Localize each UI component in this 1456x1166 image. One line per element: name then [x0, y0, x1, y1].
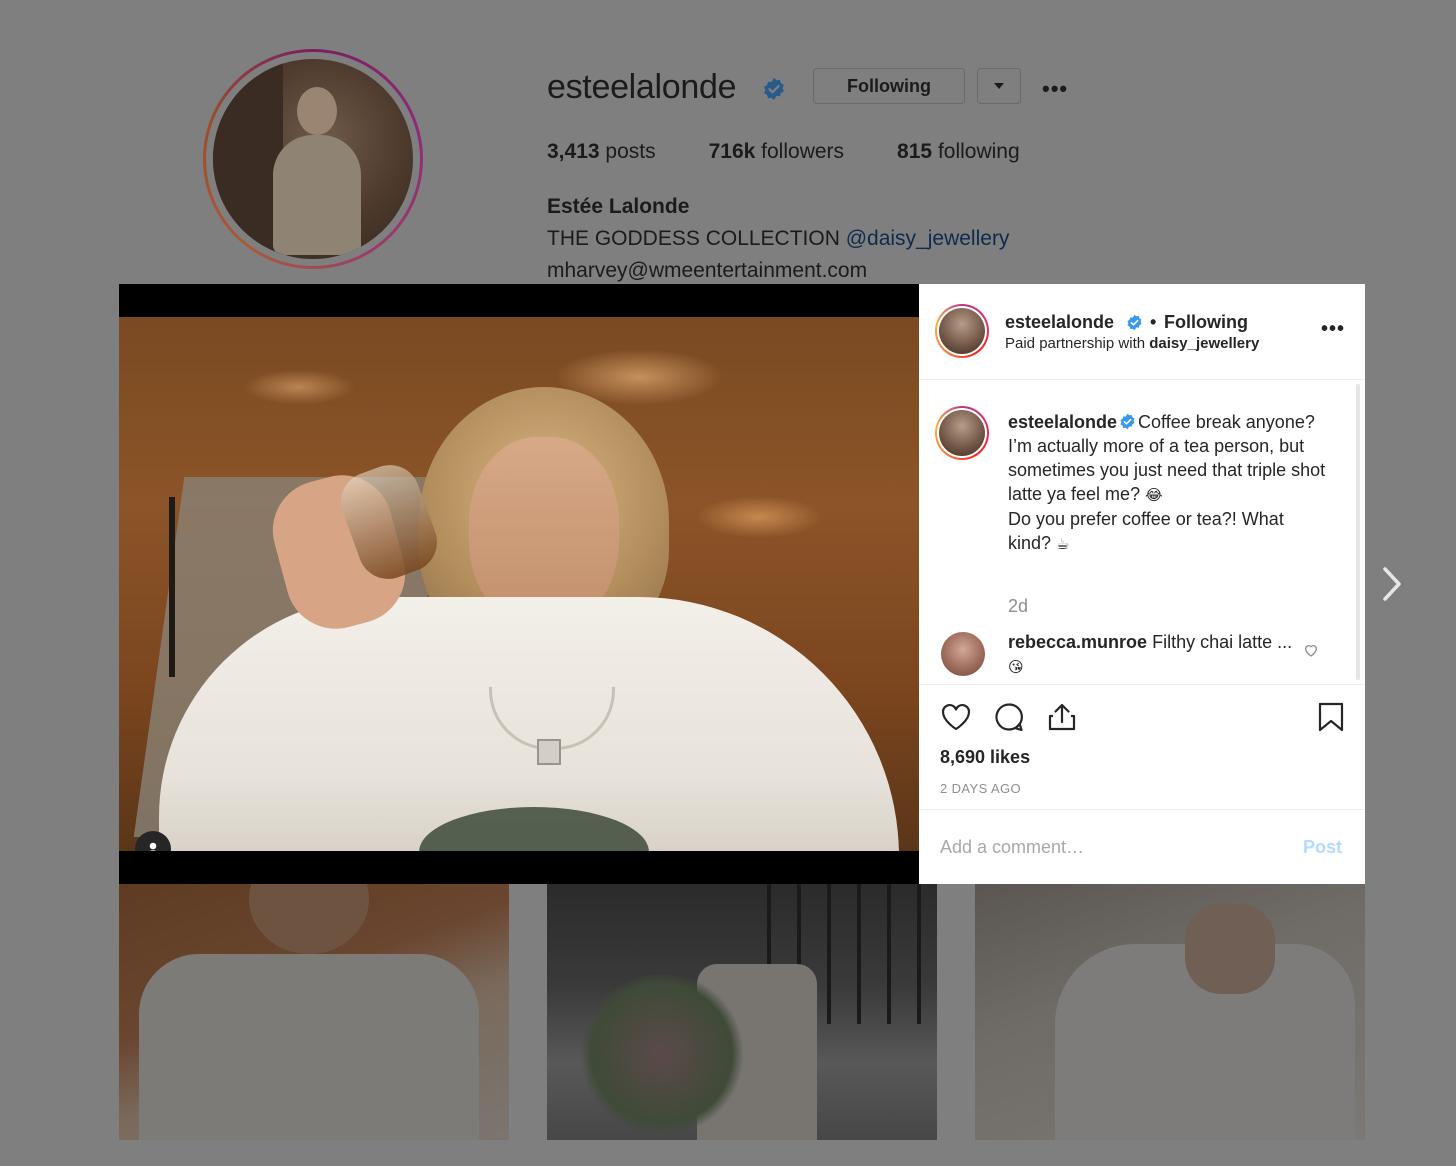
grid-post-thumbnail[interactable] [975, 884, 1365, 1140]
profile-header: esteelalonde Following ••• 3,413 posts 7… [0, 0, 1456, 284]
post-comment-button[interactable]: Post [1303, 837, 1342, 858]
laughing-emoji: 😂 [1145, 486, 1163, 504]
verified-badge-icon [1127, 314, 1142, 331]
stat-followers[interactable]: 716k followers [709, 140, 844, 164]
post-timestamp: 2 DAYS AGO [940, 781, 1022, 796]
chevron-right-icon[interactable] [1380, 566, 1404, 602]
small-heart-icon[interactable] [1303, 642, 1319, 658]
post-side-panel: esteelalonde • Following Paid partnershi… [919, 284, 1365, 884]
comment-item: rebecca.munroe Filthy chai latte ... 😘 [1008, 630, 1298, 679]
grid-post-thumbnail[interactable] [547, 884, 937, 1140]
user-tag-icon [149, 842, 157, 851]
commenter-avatar[interactable] [941, 632, 985, 676]
post-following-button[interactable]: Following [1164, 312, 1248, 333]
bio-mention-link[interactable]: @daisy_jewellery [846, 227, 1010, 250]
like-count[interactable]: 8,690 likes [940, 747, 1030, 768]
more-options-button[interactable]: ••• [1042, 76, 1068, 102]
comment-icon[interactable] [993, 701, 1025, 733]
post-author-username[interactable]: esteelalonde [1005, 312, 1114, 333]
post-more-options-button[interactable]: ••• [1321, 318, 1345, 341]
kiss-emoji: 😘 [1008, 658, 1024, 676]
profile-username: esteelalonde [547, 68, 737, 106]
comment-input[interactable] [940, 834, 1270, 860]
add-comment-bar: Post [919, 809, 1365, 885]
post-photo[interactable] [119, 317, 919, 851]
profile-full-name: Estée Lalonde [547, 195, 690, 218]
caption-username[interactable]: esteelalonde [1008, 412, 1117, 432]
caption-author-avatar[interactable] [935, 406, 989, 460]
bookmark-icon[interactable] [1315, 701, 1347, 733]
profile-stats: 3,413 posts 716k followers 815 following [547, 140, 1073, 164]
profile-bio: THE GODDESS COLLECTION @daisy_jewellery [547, 227, 1010, 250]
heart-icon[interactable] [940, 701, 972, 733]
chevron-down-icon [994, 83, 1004, 89]
commenter-username[interactable]: rebecca.munroe [1008, 632, 1147, 652]
post-header: esteelalonde • Following Paid partnershi… [919, 284, 1365, 380]
share-icon[interactable] [1046, 701, 1078, 733]
comments-scrollbar[interactable] [1356, 384, 1360, 680]
paid-partnership-label: Paid partnership with daisy_jewellery [1005, 335, 1260, 352]
caption-time: 2d [1008, 596, 1029, 616]
verified-badge-icon [1120, 413, 1135, 430]
profile-avatar[interactable] [203, 49, 423, 269]
post-media [119, 284, 919, 884]
following-button[interactable]: Following [813, 68, 965, 104]
post-actions: 8,690 likes 2 DAYS AGO [919, 684, 1365, 809]
grid-post-thumbnail[interactable] [119, 884, 509, 1140]
profile-email: mharvey@wmeentertainment.com [547, 259, 868, 282]
stat-following[interactable]: 815 following [897, 140, 1020, 164]
post-author-avatar[interactable] [935, 304, 989, 358]
verified-badge-icon [764, 78, 784, 100]
partner-link[interactable]: daisy_jewellery [1149, 335, 1259, 352]
coffee-emoji: ☕ [1056, 535, 1070, 553]
suggestions-dropdown-button[interactable] [977, 68, 1021, 104]
stat-posts: 3,413 posts [547, 140, 656, 163]
separator-dot: • [1150, 312, 1157, 332]
post-caption: esteelalonde Coffee break anyone? I’m act… [1008, 410, 1328, 556]
comments-list: esteelalonde Coffee break anyone? I’m act… [919, 380, 1365, 684]
